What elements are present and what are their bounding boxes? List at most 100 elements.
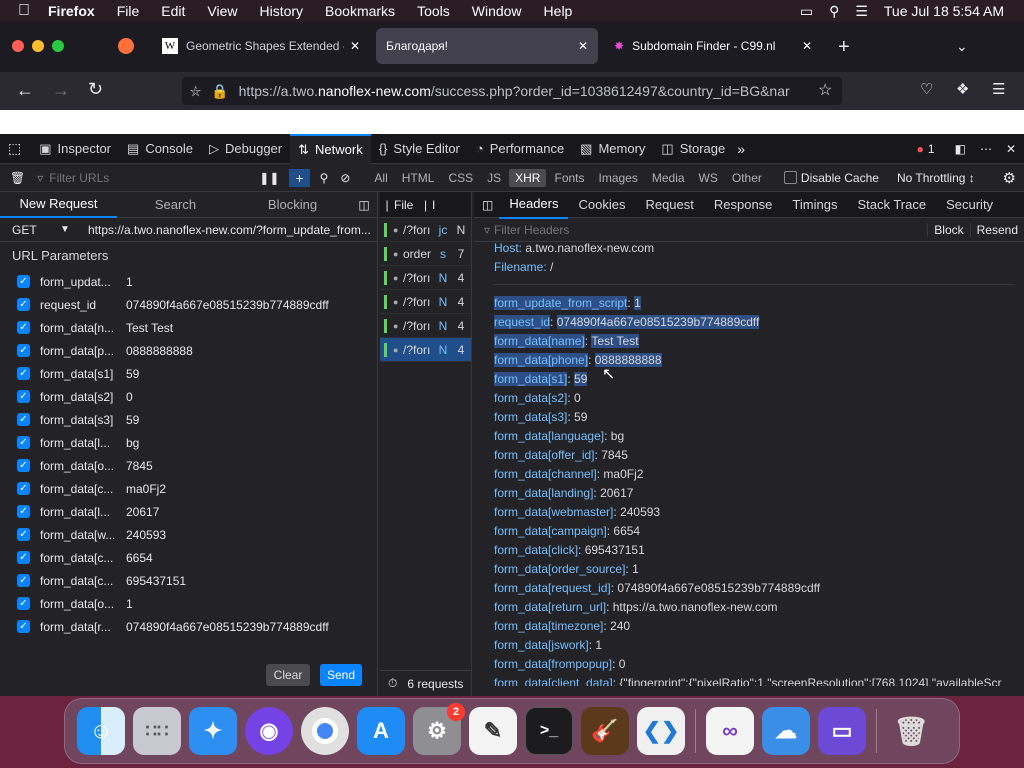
forward-icon[interactable]: → xyxy=(52,80,70,101)
param-checkbox[interactable]: ✓ xyxy=(17,574,30,587)
tab-search[interactable]: Search xyxy=(117,193,234,217)
request-row[interactable]: ● order s 7 xyxy=(380,242,471,266)
zoom-window-button[interactable] xyxy=(52,40,64,52)
param-name[interactable]: form_data[c... xyxy=(40,574,126,588)
param-value[interactable]: 59 xyxy=(126,367,139,381)
field-value[interactable]: 20617 xyxy=(600,486,633,500)
param-checkbox[interactable]: ✓ xyxy=(17,528,30,541)
field-value[interactable]: https://a.two.nanoflex-new.com xyxy=(613,600,778,614)
resend-button[interactable]: Resend xyxy=(969,222,1024,237)
param-value[interactable]: 240593 xyxy=(126,528,166,542)
field-value[interactable]: 240593 xyxy=(620,505,660,519)
field-key[interactable]: form_data[frompopup] xyxy=(494,657,612,671)
param-checkbox[interactable]: ✓ xyxy=(17,390,30,403)
field-value[interactable]: ma0Fj2 xyxy=(603,467,643,481)
param-value[interactable]: bg xyxy=(126,436,139,450)
field-key[interactable]: form_data[client_data] xyxy=(494,676,613,687)
param-value[interactable]: ma0Fj2 xyxy=(126,482,166,496)
request-row[interactable]: ● /?forı N 4 xyxy=(380,338,471,362)
field-value[interactable]: 1 xyxy=(595,638,602,652)
param-value[interactable]: 6654 xyxy=(126,551,153,565)
simulator-icon[interactable]: ▭ xyxy=(818,707,866,755)
field-value[interactable]: 0 xyxy=(619,657,626,671)
tab-subdomain-finder[interactable]: ✸ Subdomain Finder - C99.nl ✕ xyxy=(604,28,822,64)
param-name[interactable]: form_data[l... xyxy=(40,505,126,519)
param-value[interactable]: 074890f4a667e08515239b774889cdff xyxy=(126,298,329,312)
send-button[interactable]: Send xyxy=(320,664,362,686)
tab-storage[interactable]: ◫ Storage xyxy=(653,134,733,164)
filter-headers-input[interactable] xyxy=(494,222,928,237)
param-name[interactable]: form_data[s1] xyxy=(40,367,126,381)
menu-edit[interactable]: Edit xyxy=(161,3,185,19)
filter-fonts[interactable]: Fonts xyxy=(548,169,590,187)
filter-ws[interactable]: WS xyxy=(693,169,724,187)
field-key[interactable]: form_data[webmaster] xyxy=(494,505,613,519)
param-name[interactable]: form_data[n... xyxy=(40,321,126,335)
filter-all[interactable]: All xyxy=(368,169,393,187)
field-key[interactable]: form_data[language] xyxy=(494,429,604,443)
field-key[interactable]: form_data[campaign] xyxy=(494,524,607,538)
chevron-down-icon[interactable]: ▼ xyxy=(60,224,88,235)
field-key[interactable]: form_update_from_script xyxy=(494,295,628,310)
launchpad-icon[interactable]: ∷∷ xyxy=(133,707,181,755)
visual-studio-icon[interactable]: ∞ xyxy=(706,707,754,755)
field-value[interactable]: 074890f4a667e08515239b774889cdff xyxy=(617,581,820,595)
tab-blocking[interactable]: Blocking xyxy=(234,193,351,217)
sidebar-toggle-icon[interactable]: ◫ xyxy=(482,198,493,212)
field-key[interactable]: form_data[timezone] xyxy=(494,619,603,633)
column-initiator[interactable]: I xyxy=(432,198,435,212)
param-name[interactable]: form_data[r... xyxy=(40,620,126,634)
filter-other[interactable]: Other xyxy=(726,169,768,187)
new-tab-icon[interactable]: + xyxy=(838,36,850,59)
pause-icon[interactable]: ❚❚ xyxy=(259,171,279,185)
param-name[interactable]: request_id xyxy=(40,298,126,312)
param-checkbox[interactable]: ✓ xyxy=(17,367,30,380)
weather-icon[interactable]: ☁ xyxy=(762,707,810,755)
field-value[interactable]: 59 xyxy=(574,371,588,386)
field-key[interactable]: form_data[request_id] xyxy=(494,581,611,595)
bookmark-star-icon[interactable]: ☆ xyxy=(818,80,832,100)
spotlight-search-icon[interactable]: ⚲ xyxy=(829,3,839,20)
param-value[interactable]: 074890f4a667e08515239b774889cdff xyxy=(126,620,329,634)
field-key[interactable]: form_data[jswork] xyxy=(494,638,589,652)
throttling-select[interactable]: No Throttling ↕ xyxy=(897,171,975,185)
safari-icon[interactable]: ✦ xyxy=(189,707,237,755)
pocket-icon[interactable]: ♡ xyxy=(920,80,933,98)
param-checkbox[interactable]: ✓ xyxy=(17,321,30,334)
param-value[interactable]: 695437151 xyxy=(126,574,186,588)
param-value[interactable]: 7845 xyxy=(126,459,153,473)
param-value[interactable]: Test Test xyxy=(126,321,173,335)
param-checkbox[interactable]: ✓ xyxy=(17,344,30,357)
param-value[interactable]: 0 xyxy=(126,390,133,404)
system-settings-icon[interactable]: ⚙ 2 xyxy=(413,703,465,755)
request-url-input[interactable]: https://a.two.nanoflex-new.com/?form_upd… xyxy=(88,223,371,237)
clear-button[interactable]: Clear xyxy=(266,664,310,686)
tab-security[interactable]: Security xyxy=(936,192,1003,218)
app-menu-icon[interactable]: ☰ xyxy=(992,80,1005,98)
block-button[interactable]: Block xyxy=(927,222,969,237)
tab-debugger[interactable]: ▷ Debugger xyxy=(201,134,290,164)
param-value[interactable]: 0888888888 xyxy=(126,344,193,358)
clear-log-icon[interactable]: 🗑 xyxy=(10,171,25,185)
param-checkbox[interactable]: ✓ xyxy=(17,413,30,426)
url-bar[interactable]: ⛦ 🔒 https://a.two. nanoflex-new.com/succe… xyxy=(182,77,842,105)
block-requests-icon[interactable]: ⊘ xyxy=(340,171,350,185)
chrome-icon[interactable] xyxy=(301,707,349,755)
minimize-window-button[interactable] xyxy=(32,40,44,52)
param-value[interactable]: 1 xyxy=(126,597,133,611)
menu-app-name[interactable]: Firefox xyxy=(48,3,95,19)
tab-network[interactable]: ⇅ Network xyxy=(290,133,371,164)
field-value[interactable]: Test Test xyxy=(591,333,639,348)
close-tab-icon[interactable]: ✕ xyxy=(578,39,588,53)
apple-icon[interactable]:  xyxy=(18,2,30,20)
clock[interactable]: Tue Jul 18 5:54 AM xyxy=(884,3,1004,19)
disable-cache-checkbox[interactable] xyxy=(783,171,797,184)
collapse-sidebar-icon[interactable]: ◫ xyxy=(351,198,377,212)
tab-response[interactable]: Response xyxy=(704,192,783,218)
tab-request[interactable]: Request xyxy=(635,192,703,218)
menu-window[interactable]: Window xyxy=(472,3,522,19)
tab-style-editor[interactable]: {} Style Editor xyxy=(371,134,468,164)
request-row[interactable]: ● /?forı N 4 xyxy=(380,314,471,338)
network-settings-icon[interactable]: ⚙ xyxy=(1003,169,1016,187)
field-key[interactable]: request_id xyxy=(494,314,551,329)
